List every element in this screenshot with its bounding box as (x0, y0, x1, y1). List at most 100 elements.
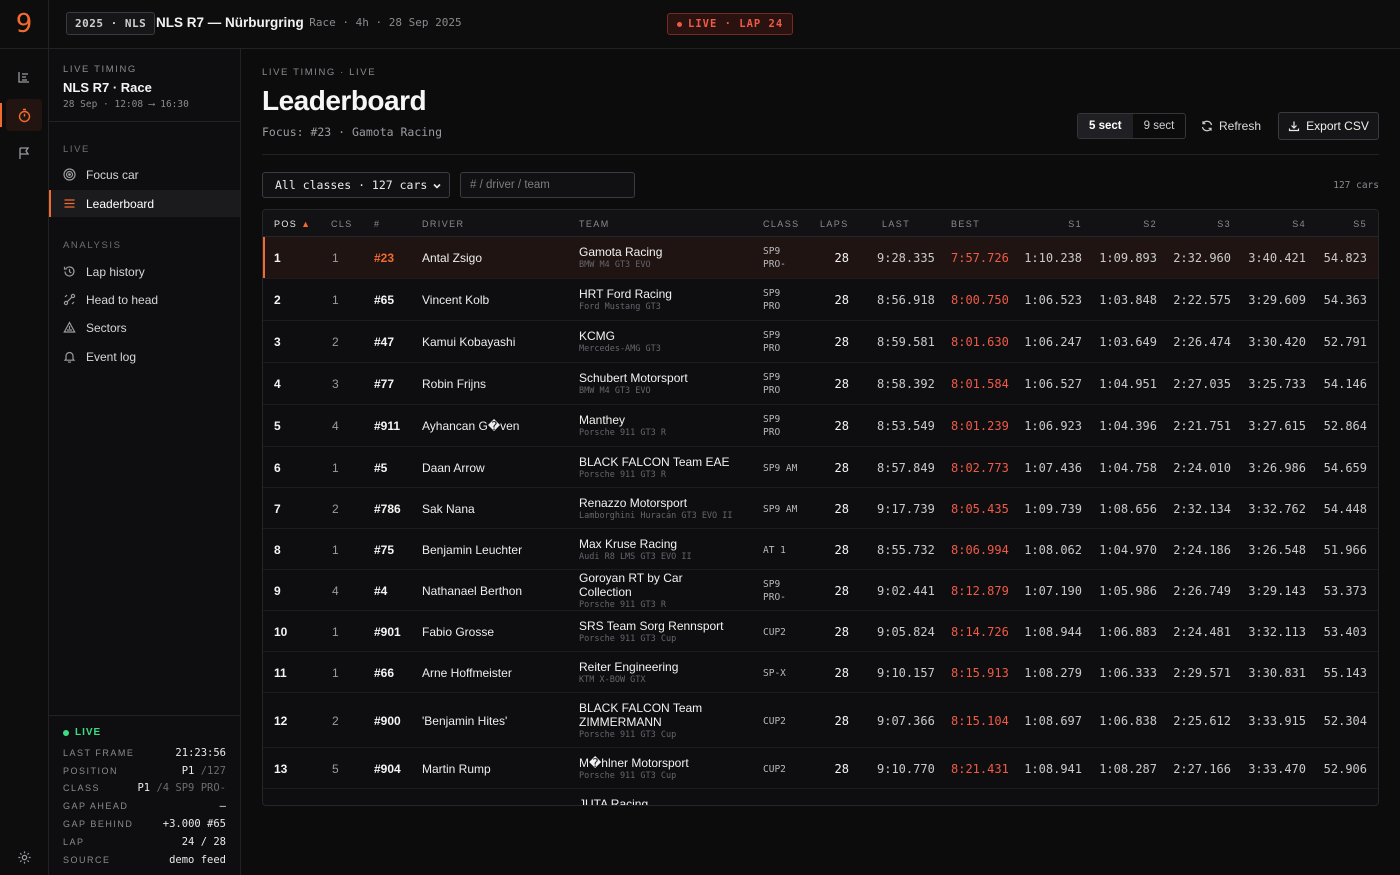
sector-4-cell: 3:29.143 (1248, 584, 1306, 598)
race-class-cell: SP9 AM (763, 462, 797, 475)
rail-timing-button[interactable] (6, 61, 42, 93)
table-row[interactable]: 14 JUTA Racing SP9 (263, 789, 1378, 805)
column-header-class[interactable]: CLASS (763, 219, 800, 229)
column-header-driver[interactable]: DRIVER (422, 219, 464, 229)
best-lap-cell: 8:06.994 (951, 543, 1009, 557)
rail-live-button[interactable] (0, 99, 42, 131)
driver-cell: Ayhancan G�ven (422, 419, 520, 433)
race-class-subline: PRO (763, 343, 781, 354)
refresh-button[interactable]: Refresh (1191, 113, 1271, 139)
column-header-s4[interactable]: S4 (1292, 219, 1306, 229)
column-header-cls[interactable]: CLS (331, 219, 353, 229)
sector-3-cell: 2:26.749 (1173, 584, 1231, 598)
race-class-cell: SP-X (763, 667, 786, 680)
class-position-cell: 1 (332, 625, 339, 639)
table-row[interactable]: 12 2 #900 'Benjamin Hites' 28 9:07.366 8:15.10… (263, 693, 1378, 748)
sector-3-cell: 2:32.960 (1173, 251, 1231, 265)
last-lap-cell: 8:58.392 (877, 377, 935, 391)
sector-1-cell: 1:08.944 (1024, 625, 1082, 639)
column-header-s2[interactable]: S2 (1143, 219, 1157, 229)
laps-cell: 28 (834, 762, 849, 776)
team-name: M�hlner Motorsport (579, 756, 689, 770)
sidebar-item-lap-history[interactable]: Lap history (49, 258, 240, 285)
best-lap-cell: 8:00.750 (951, 293, 1009, 307)
sector-2-cell: 1:04.396 (1099, 419, 1157, 433)
season-badge[interactable]: 2025 · NLS (66, 12, 156, 35)
column-header-team[interactable]: TEAM (579, 219, 610, 229)
export-csv-button[interactable]: Export CSV (1278, 112, 1379, 140)
table-row[interactable]: 9 4 #4 Nathanael Berthon 28 9:02.441 8:12.879 1… (263, 570, 1378, 611)
table-row[interactable]: 13 5 #904 Martin Rump 28 9:10.770 8:21.431 1:08… (263, 748, 1378, 789)
sidebar: LIVE TIMING NLS R7 · Race 28 Sep · 12:08… (49, 49, 241, 875)
sector-1-cell: 1:06.923 (1024, 419, 1082, 433)
sidebar-item-sectors[interactable]: Sectors (49, 314, 240, 341)
toggle-9-sect[interactable]: 9 sect (1133, 114, 1186, 138)
sector-2-cell: 1:04.758 (1099, 461, 1157, 475)
sector-2-cell: 1:09.893 (1099, 251, 1157, 265)
sort-asc-icon: ▲ (301, 219, 312, 229)
team-cell: Manthey Porsche 911 GT3 R (579, 413, 666, 438)
column-header-number[interactable]: # (374, 219, 380, 229)
last-lap-cell: 8:59.581 (877, 335, 935, 349)
table-row[interactable]: 3 2 #47 Kamui Kobayashi 28 8:59.581 8:01.630 1:… (263, 321, 1378, 363)
column-header-pos[interactable]: POS ▲ (274, 219, 311, 229)
team-name: KCMG (579, 329, 615, 343)
column-header-s5[interactable]: S5 (1353, 219, 1367, 229)
sidebar-item-label: Lap history (86, 264, 145, 279)
table-row[interactable]: 10 1 #901 Fabio Grosse 28 9:05.824 8:14.726 1:0… (263, 611, 1378, 652)
bell-icon (63, 351, 76, 363)
search-input[interactable] (460, 172, 635, 198)
sidebar-section-live: LIVE (63, 144, 90, 155)
toggle-5-sect[interactable]: 5 sect (1078, 114, 1133, 138)
column-header-best[interactable]: BEST (951, 219, 980, 229)
sector-count-toggle: 5 sect 9 sect (1077, 113, 1187, 139)
pos-cell: 4 (274, 377, 281, 391)
sector-3-cell: 2:21.751 (1173, 419, 1231, 433)
table-row[interactable]: 6 1 #5 Daan Arrow 28 8:57.849 8:02.773 1:07.436… (263, 447, 1378, 488)
sidebar-item-head-to-head[interactable]: Head to head (49, 286, 240, 313)
table-row[interactable]: 8 1 #75 Benjamin Leuchter 28 8:55.732 8:06.994… (263, 529, 1378, 570)
class-filter-select[interactable]: All classes · 127 cars (262, 172, 450, 198)
car-model: Porsche 911 GT3 Cup (579, 730, 677, 740)
status-value: 21:23:56 (175, 746, 226, 759)
page-eyebrow: LIVE TIMING · LIVE (262, 67, 377, 78)
best-lap-cell: 8:02.773 (951, 461, 1009, 475)
column-header-laps[interactable]: LAPS (820, 219, 849, 229)
class-position-cell: 1 (332, 666, 339, 680)
app-logo[interactable]: 9 (0, 0, 49, 48)
car-number-cell: #901 (374, 625, 401, 639)
team-cell: Max Kruse Racing Audi R8 LMS GT3 EVO II (579, 537, 692, 562)
sector-2-cell: 1:08.287 (1099, 762, 1157, 776)
status-key: POSITION (63, 765, 119, 776)
best-lap-cell: 8:14.726 (951, 625, 1009, 639)
status-key: GAP BEHIND (63, 819, 134, 830)
race-class-subline: PRO- (763, 259, 786, 270)
table-row[interactable]: 2 1 #65 Vincent Kolb 28 8:56.918 8:00.750 1:06.… (263, 279, 1378, 321)
table-row[interactable]: 4 3 #77 Robin Frijns 28 8:58.392 8:01.584 1:06.… (263, 363, 1378, 405)
sidebar-item-focus-car[interactable]: Focus car (49, 161, 240, 188)
sector-4-cell: 3:40.421 (1248, 251, 1306, 265)
live-lap-label: LIVE · LAP 24 (688, 18, 784, 30)
class-position-cell: 1 (332, 461, 339, 475)
driver-cell: 'Benjamin Hites' (422, 714, 508, 728)
best-lap-cell: 8:15.913 (951, 666, 1009, 680)
race-class-cell: AT 1 (763, 544, 786, 557)
table-row[interactable]: 5 4 #911 Ayhancan G�ven 28 8:53.549 8:01.239 1:… (263, 405, 1378, 447)
download-icon (1289, 121, 1300, 132)
table-row[interactable]: 11 1 #66 Arne Hoffmeister 28 9:10.157 8:15.913… (263, 652, 1378, 693)
rail-flag-button[interactable] (6, 137, 42, 169)
sector-3-cell: 2:27.166 (1173, 762, 1231, 776)
team-cell: Goroyan RT by Car Collection Porsche 911 … (579, 571, 729, 610)
sidebar-item-event-log[interactable]: Event log (49, 343, 240, 370)
best-lap-cell: 8:12.879 (951, 584, 1009, 598)
column-header-s1[interactable]: S1 (1068, 219, 1082, 229)
table-row-focused[interactable]: 1 1 #23 Antal Zsigo 28 9:28.335 7:57.726 1:10.2… (263, 237, 1378, 279)
rail-settings-button[interactable] (6, 841, 42, 873)
car-number-cell: #23 (374, 251, 395, 265)
column-header-last[interactable]: LAST (882, 219, 910, 229)
table-row[interactable]: 7 2 #786 Sak Nana 28 9:17.739 8:05.435 1:09.739… (263, 488, 1378, 529)
live-dot-icon (677, 21, 682, 27)
car-model: Lamborghini Huracán GT3 EVO II (579, 511, 733, 521)
column-header-s3[interactable]: S3 (1217, 219, 1231, 229)
sidebar-item-leaderboard[interactable]: Leaderboard (49, 190, 240, 217)
